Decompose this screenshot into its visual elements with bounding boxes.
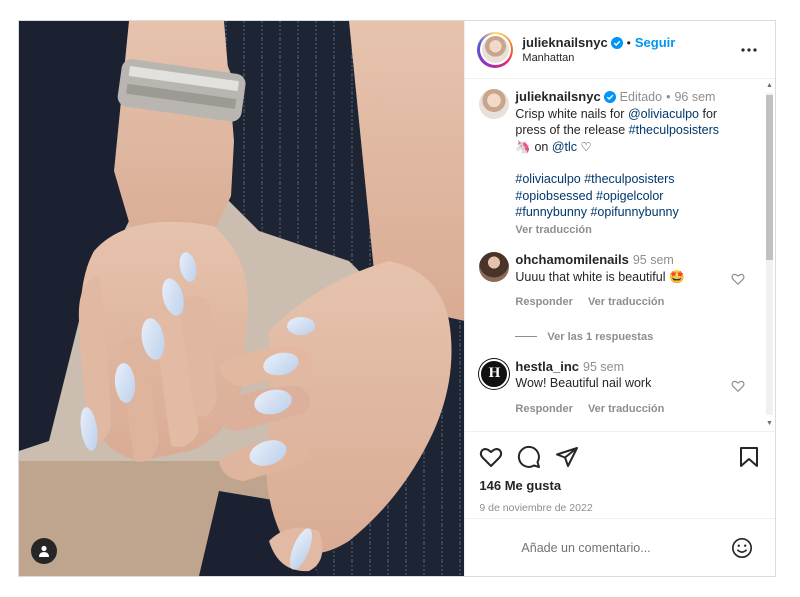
save-bookmark-icon[interactable]: [739, 446, 759, 468]
hashtag-line[interactable]: #opiobsessed #opigelcolor: [515, 188, 739, 205]
translate-link[interactable]: Ver traducción: [588, 403, 664, 415]
more-options-button[interactable]: [737, 38, 761, 62]
caption-text-part: on: [530, 139, 552, 154]
caption-text-part: Crisp white nails for: [515, 106, 628, 121]
author-avatar[interactable]: [477, 31, 514, 68]
share-send-icon[interactable]: [555, 445, 579, 469]
post-date: 9 de noviembre de 2022: [479, 502, 593, 514]
view-replies-button[interactable]: Ver las 1 respuestas: [515, 331, 757, 343]
comment-item: ohchamomilenails 95 sem Uuuu that white …: [479, 252, 757, 311]
hashtag-line[interactable]: #oliviaculpo #theculposisters: [515, 171, 739, 188]
mention-link[interactable]: @oliviaculpo: [628, 107, 699, 121]
scrollbar-thumb[interactable]: [766, 95, 773, 260]
more-horizontal-icon: [741, 47, 757, 52]
comment-age: 95 sem: [632, 253, 674, 267]
caption-author-avatar[interactable]: [479, 89, 510, 119]
caption-author[interactable]: julieknailsnyc: [515, 89, 600, 106]
caption-text: Crisp white nails for @oliviaculpo for p…: [515, 106, 739, 156]
comment-text: Wow! Beautiful nail work: [515, 376, 652, 390]
post-modal: julieknailsnyc • Seguir Manhattan juliek…: [18, 20, 776, 577]
avatar-letter: H: [488, 365, 501, 381]
view-replies-label: Ver las 1 respuestas: [547, 330, 654, 343]
mention-link[interactable]: @tlc: [552, 140, 577, 154]
separator-dot: •: [626, 35, 631, 50]
like-comment-heart-icon[interactable]: [731, 379, 745, 393]
emoji-picker-icon[interactable]: [731, 537, 753, 559]
post-image: [19, 21, 465, 576]
likes-count[interactable]: 146 Me gusta: [479, 478, 759, 493]
caption-age: 96 sem: [674, 90, 716, 104]
add-comment-bar: [465, 518, 775, 576]
translate-link[interactable]: Ver traducción: [588, 296, 664, 308]
post-actions-area: 146 Me gusta 9 de noviembre de 2022: [465, 431, 775, 514]
like-comment-heart-icon[interactable]: [731, 272, 745, 286]
author-username[interactable]: julieknailsnyc: [522, 35, 607, 50]
comment-author[interactable]: hestla_inc: [515, 359, 579, 376]
hashtag-link[interactable]: #theculposisters: [629, 123, 719, 137]
reply-button[interactable]: Responder: [515, 403, 572, 415]
caption-translate-link[interactable]: Ver traducción: [515, 222, 739, 239]
heart-emoji: ♡: [580, 139, 592, 154]
comments-scrollbar[interactable]: ▲ ▼: [764, 81, 773, 429]
edited-label: Editado: [619, 90, 663, 104]
user-icon: [39, 545, 49, 557]
comments-scroll-area[interactable]: julieknailsnyc Editado • 96 sem Crisp wh…: [465, 79, 775, 431]
comment-text: Uuuu that white is beautiful 🤩: [515, 269, 685, 284]
post-photo[interactable]: [19, 21, 465, 576]
location-link[interactable]: Manhattan: [522, 52, 737, 64]
commenter-avatar[interactable]: [479, 252, 510, 282]
scroll-up-arrow-icon[interactable]: ▲: [766, 81, 773, 91]
tagged-users-button[interactable]: [31, 538, 57, 564]
comment-icon[interactable]: [517, 445, 541, 469]
post-header: julieknailsnyc • Seguir Manhattan: [465, 21, 775, 79]
comment-age: 95 sem: [583, 359, 624, 374]
hashtag-line[interactable]: #funnybunny #opifunnybunny: [515, 204, 739, 221]
follow-button[interactable]: Seguir: [635, 35, 675, 50]
post-side-panel: julieknailsnyc • Seguir Manhattan juliek…: [464, 21, 775, 576]
reply-button[interactable]: Responder: [515, 296, 572, 308]
caption: julieknailsnyc Editado • 96 sem Crisp wh…: [479, 89, 757, 238]
separator-dot: •: [666, 90, 671, 104]
unicorn-emoji: 🦄: [515, 139, 531, 154]
comment-input[interactable]: [521, 540, 731, 555]
verified-badge-icon: [603, 91, 616, 104]
comment-item: H hestla_inc 95 sem Wow! Beautiful nail …: [479, 358, 757, 418]
commenter-avatar[interactable]: H: [479, 358, 510, 389]
verified-badge-icon: [610, 36, 623, 49]
scroll-down-arrow-icon[interactable]: ▼: [766, 419, 773, 429]
replies-line-divider: [515, 336, 538, 337]
like-heart-icon[interactable]: [479, 446, 503, 468]
comment-author[interactable]: ohchamomilenails: [515, 252, 628, 269]
